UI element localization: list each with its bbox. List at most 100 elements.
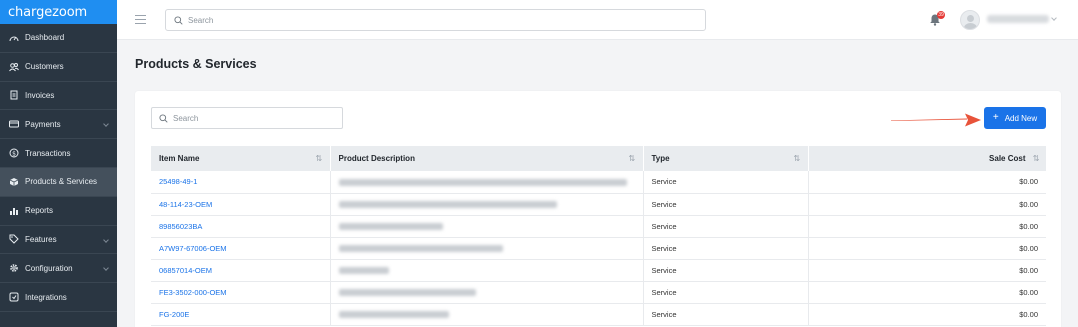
item-name-cell: 25498-49-1 — [151, 171, 331, 194]
item-link[interactable]: 06857014-OEM — [159, 266, 212, 275]
table-row: FG-200E Service $0.00 — [151, 303, 1046, 326]
column-header-label: Product Description — [338, 154, 415, 163]
chevron-down-icon — [103, 265, 109, 272]
dashboard-icon — [9, 33, 19, 43]
table-row: A7W97-67006-OEM Service $0.00 — [151, 237, 1046, 260]
table-row: 48-114-23-OEM Service $0.00 — [151, 193, 1046, 216]
cube-icon — [9, 177, 19, 187]
sidebar-item-payments[interactable]: Payments — [0, 110, 117, 140]
description-cell — [330, 303, 644, 326]
description-redacted — [338, 267, 389, 275]
item-link[interactable]: FE3-3502-000-OEM — [159, 288, 227, 297]
plus-icon: + — [992, 112, 999, 123]
sidebar-nav: Dashboard Customers Invoices Payments $ … — [0, 24, 117, 312]
add-new-button[interactable]: + Add New — [984, 107, 1046, 129]
add-new-label: Add New — [1004, 113, 1038, 123]
sidebar-item-label: Payments — [25, 119, 61, 129]
sidebar-item-label: Invoices — [25, 90, 55, 100]
sidebar-item-label: Products & Services — [25, 177, 98, 187]
sale-cost-cell: $0.00 — [808, 215, 1046, 238]
global-search[interactable] — [165, 9, 706, 31]
sidebar-item-configuration[interactable]: Configuration — [0, 254, 117, 284]
search-icon — [174, 15, 183, 25]
credit-card-icon — [9, 119, 19, 129]
sidebar-item-label: Features — [25, 234, 57, 244]
sort-icon[interactable]: ⇅ — [629, 154, 637, 163]
type-cell: Service — [643, 259, 809, 282]
description-redacted — [338, 223, 443, 231]
sidebar-item-integrations[interactable]: Integrations — [0, 283, 117, 312]
description-redacted — [338, 178, 627, 186]
logo[interactable]: chargezoom — [0, 0, 117, 24]
description-cell — [330, 171, 644, 194]
column-header-item-name[interactable]: Item Name ⇅ — [151, 146, 331, 171]
menu-toggle-icon[interactable] — [135, 15, 146, 24]
column-header-label: Item Name — [159, 154, 200, 163]
topbar: 39 — [117, 0, 1078, 40]
annotation-arrow-icon — [891, 113, 981, 127]
column-header-type[interactable]: Type ⇅ — [643, 146, 809, 171]
description-redacted — [338, 201, 557, 209]
products-card: + Add New Item Name ⇅ Product Description… — [135, 91, 1061, 327]
chevron-down-icon[interactable] — [1051, 15, 1057, 21]
sidebar-item-customers[interactable]: Customers — [0, 53, 117, 82]
table-row: 25498-49-1 Service $0.00 — [151, 171, 1046, 194]
sale-cost-cell: $0.00 — [808, 259, 1046, 282]
item-name-cell: A7W97-67006-OEM — [151, 237, 331, 260]
chevron-down-icon — [103, 236, 109, 243]
description-cell — [330, 281, 644, 304]
sidebar-item-transactions[interactable]: $ Transactions — [0, 139, 117, 168]
type-cell: Service — [643, 303, 809, 326]
item-name-cell: 89856023BA — [151, 215, 331, 238]
description-cell — [330, 259, 644, 282]
item-link[interactable]: A7W97-67006-OEM — [159, 244, 227, 253]
sidebar-item-label: Dashboard — [25, 33, 65, 43]
user-name-redacted[interactable] — [987, 15, 1049, 23]
invoice-icon — [9, 90, 19, 100]
table-search-input[interactable] — [173, 113, 333, 123]
integration-icon — [9, 292, 19, 302]
sidebar-item-invoices[interactable]: Invoices — [0, 82, 117, 111]
sort-icon[interactable]: ⇅ — [794, 154, 802, 163]
column-header-label: Sale Cost — [989, 154, 1026, 163]
sidebar-item-reports[interactable]: Reports — [0, 197, 117, 226]
global-search-input[interactable] — [188, 15, 668, 25]
item-link[interactable]: 25498-49-1 — [159, 177, 197, 186]
item-link[interactable]: 48-114-23-OEM — [159, 200, 212, 209]
table-row: 06857014-OEM Service $0.00 — [151, 259, 1046, 282]
chevron-down-icon — [103, 121, 109, 128]
item-name-cell: FG-200E — [151, 303, 331, 326]
avatar[interactable] — [960, 10, 980, 30]
description-redacted — [338, 245, 503, 253]
sale-cost-cell: $0.00 — [808, 281, 1046, 304]
table-search[interactable] — [151, 107, 343, 129]
sidebar-item-products-services[interactable]: Products & Services — [0, 167, 117, 197]
bar-chart-icon — [9, 206, 19, 216]
type-cell: Service — [643, 237, 809, 260]
item-link[interactable]: 89856023BA — [159, 222, 202, 231]
item-link[interactable]: FG-200E — [159, 310, 189, 319]
sidebar-item-label: Reports — [25, 206, 54, 216]
sort-icon[interactable]: ⇅ — [316, 154, 324, 163]
sidebar-item-features[interactable]: Features — [0, 226, 117, 255]
sort-icon[interactable]: ⇅ — [1032, 154, 1040, 163]
description-cell — [330, 237, 644, 260]
column-header-description[interactable]: Product Description ⇅ — [330, 146, 644, 171]
type-cell: Service — [643, 215, 809, 238]
column-header-sale-cost[interactable]: Sale Cost ⇅ — [808, 146, 1047, 171]
dollar-circle-icon: $ — [9, 148, 19, 158]
sidebar-item-label: Customers — [25, 62, 64, 72]
page-title: Products & Services — [135, 57, 257, 71]
sidebar-item-label: Integrations — [25, 292, 67, 302]
products-table: Item Name ⇅ Product Description ⇅ Type ⇅ Sa… — [151, 146, 1047, 326]
sale-cost-cell: $0.00 — [808, 193, 1046, 216]
sidebar: chargezoom Dashboard Customers Invoices … — [0, 0, 117, 327]
description-cell — [330, 215, 644, 238]
sidebar-item-dashboard[interactable]: Dashboard — [0, 24, 117, 53]
gear-icon — [9, 263, 19, 273]
type-cell: Service — [643, 281, 809, 304]
item-name-cell: FE3-3502-000-OEM — [151, 281, 331, 304]
description-redacted — [338, 289, 476, 297]
tag-icon — [9, 234, 19, 245]
users-icon — [9, 62, 19, 72]
